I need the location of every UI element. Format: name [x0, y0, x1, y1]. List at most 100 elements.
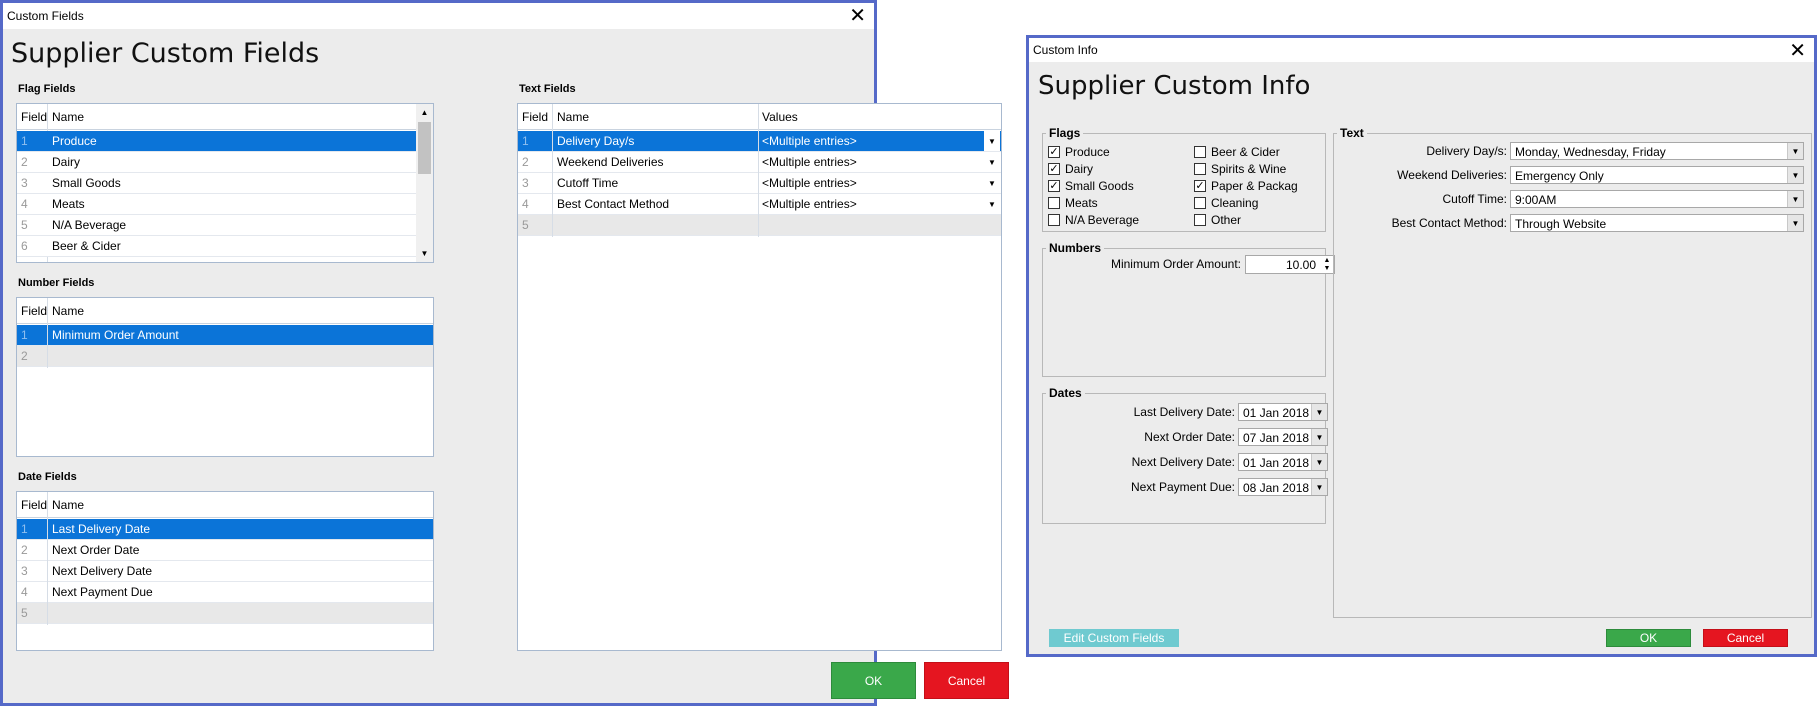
date-value: 01 Jan 2018	[1243, 456, 1310, 470]
last-delivery-date-label: Last Delivery Date:	[1133, 405, 1235, 419]
table-row[interactable]: 1 Minimum Order Amount	[17, 325, 433, 346]
table-row[interactable]: 3 Small Goods	[17, 173, 416, 194]
spinner-arrows-icon[interactable]: ▲ ▼	[1320, 256, 1334, 273]
flag-checkbox[interactable]: N/A Beverage	[1048, 213, 1139, 227]
date-value: 01 Jan 2018	[1243, 406, 1310, 420]
chevron-down-icon[interactable]: ▼	[1787, 215, 1803, 231]
chevron-down-icon[interactable]: ▼	[984, 152, 1000, 172]
chevron-down-icon[interactable]: ▼	[1311, 429, 1327, 445]
flag-checkbox[interactable]: Spirits & Wine	[1194, 162, 1286, 176]
delivery-days-combo[interactable]: Monday, Wednesday, Friday ▼	[1510, 142, 1804, 160]
close-icon[interactable]: ✕	[849, 5, 866, 25]
checkbox-checked-icon[interactable]: ✓	[1048, 163, 1060, 175]
dates-label: Dates	[1049, 386, 1082, 400]
flag-fields-grid[interactable]: Field Name 1 Produce 2 Dairy 3 Small Goo…	[16, 103, 434, 263]
values-cell[interactable]: <Multiple entries>	[758, 131, 857, 151]
chevron-down-icon[interactable]: ▼	[1311, 454, 1327, 470]
checkbox-checked-icon[interactable]: ✓	[1048, 180, 1060, 192]
checkbox-unchecked-icon[interactable]	[1194, 163, 1206, 175]
vertical-scrollbar[interactable]: ▲ ▼	[416, 104, 433, 262]
next-order-date-picker[interactable]: 07 Jan 2018 ▼	[1238, 428, 1328, 446]
chevron-down-icon[interactable]: ▼	[1311, 479, 1327, 495]
edit-custom-fields-button[interactable]: Edit Custom Fields	[1049, 629, 1179, 647]
checkbox-checked-icon[interactable]: ✓	[1048, 146, 1060, 158]
next-delivery-date-picker[interactable]: 01 Jan 2018 ▼	[1238, 453, 1328, 471]
next-payment-due-picker[interactable]: 08 Jan 2018 ▼	[1238, 478, 1328, 496]
name-cell: Last Delivery Date	[52, 522, 151, 536]
checkbox-unchecked-icon[interactable]	[1194, 197, 1206, 209]
checkbox-unchecked-icon[interactable]	[1194, 146, 1206, 158]
table-row[interactable]: 1 Produce	[17, 131, 416, 152]
table-row[interactable]: 3 Cutoff Time <Multiple entries> ▼	[518, 173, 1001, 194]
scroll-down-icon[interactable]: ▼	[416, 245, 433, 262]
next-payment-due-label: Next Payment Due:	[1130, 480, 1235, 494]
values-cell[interactable]: <Multiple entries>	[758, 152, 857, 172]
chevron-down-icon[interactable]: ▼	[984, 173, 1000, 193]
cancel-button[interactable]: Cancel	[1703, 629, 1788, 647]
flag-checkbox[interactable]: ✓ Dairy	[1048, 162, 1093, 176]
col-name-header: Name	[52, 303, 85, 318]
table-row[interactable]: 4 Meats	[17, 194, 416, 215]
checkbox-checked-icon[interactable]: ✓	[1194, 180, 1206, 192]
ok-button[interactable]: OK	[1606, 629, 1691, 647]
weekend-deliveries-combo[interactable]: Emergency Only ▼	[1510, 166, 1804, 184]
table-row[interactable]: 2 Weekend Deliveries <Multiple entries> …	[518, 152, 1001, 173]
field-cell: 2	[21, 349, 28, 363]
next-order-date-label: Next Order Date:	[1144, 430, 1235, 444]
table-row[interactable]: 5	[518, 215, 1001, 236]
values-cell[interactable]: <Multiple entries>	[758, 194, 857, 214]
date-fields-grid[interactable]: Field Name 1 Last Delivery Date 2 Next O…	[16, 491, 434, 651]
table-row[interactable]: 2 Next Order Date	[17, 540, 433, 561]
ok-button[interactable]: OK	[831, 662, 916, 699]
chevron-down-icon[interactable]: ▼	[1787, 191, 1803, 207]
chevron-down-icon[interactable]: ▼	[1787, 143, 1803, 159]
chevron-down-icon[interactable]: ▼	[984, 131, 1000, 151]
flag-checkbox[interactable]: Meats	[1048, 196, 1098, 210]
table-row[interactable]: 3 Next Delivery Date	[17, 561, 433, 582]
chevron-down-icon[interactable]: ▼	[1311, 404, 1327, 420]
best-contact-method-label: Best Contact Method:	[1391, 216, 1507, 230]
table-row[interactable]: 1 Delivery Day/s <Multiple entries> ▼	[518, 131, 1001, 152]
table-row[interactable]: 1 Last Delivery Date	[17, 519, 433, 540]
checkbox-unchecked-icon[interactable]	[1048, 197, 1060, 209]
table-row[interactable]: 6 Beer & Cider	[17, 236, 416, 257]
grid-header: Field Name	[17, 104, 416, 130]
date-fields-label: Date Fields	[18, 471, 77, 483]
date-value: 07 Jan 2018	[1243, 431, 1310, 445]
table-row[interactable]: 4 Best Contact Method <Multiple entries>…	[518, 194, 1001, 215]
scroll-thumb[interactable]	[418, 122, 431, 174]
values-cell[interactable]: <Multiple entries>	[758, 173, 857, 193]
best-contact-method-combo[interactable]: Through Website ▼	[1510, 214, 1804, 232]
number-fields-grid[interactable]: Field Name 1 Minimum Order Amount 2	[16, 297, 434, 457]
flag-checkbox[interactable]: Beer & Cider	[1194, 145, 1280, 159]
flag-checkbox[interactable]: Other	[1194, 213, 1241, 227]
scroll-up-icon[interactable]: ▲	[416, 104, 433, 121]
table-row[interactable]: 5 N/A Beverage	[17, 215, 416, 236]
flag-checkbox[interactable]: ✓ Produce	[1048, 145, 1110, 159]
last-delivery-date-picker[interactable]: 01 Jan 2018 ▼	[1238, 403, 1328, 421]
number-fields-label: Number Fields	[18, 277, 95, 289]
table-row[interactable]: 2	[17, 346, 433, 367]
field-cell: 1	[21, 134, 28, 148]
next-delivery-date-label: Next Delivery Date:	[1131, 455, 1235, 469]
table-row[interactable]: 4 Next Payment Due	[17, 582, 433, 603]
chevron-down-icon[interactable]: ▼	[1787, 167, 1803, 183]
flag-checkbox[interactable]: Cleaning	[1194, 196, 1258, 210]
flag-checkbox[interactable]: ✓ Paper & Packag	[1194, 179, 1298, 193]
field-cell: 4	[522, 197, 529, 211]
text-fields-grid[interactable]: Field Name Values 1 Delivery Day/s <Mult…	[517, 103, 1002, 651]
field-cell: 1	[522, 134, 529, 148]
text-fields-label: Text Fields	[519, 83, 576, 95]
checkbox-unchecked-icon[interactable]	[1194, 214, 1206, 226]
table-row[interactable]: 2 Dairy	[17, 152, 416, 173]
cutoff-time-label: Cutoff Time:	[1442, 192, 1507, 206]
col-field-header: Field	[21, 109, 48, 124]
min-order-amount-input[interactable]: 10.00 ▲ ▼	[1245, 255, 1335, 274]
close-icon[interactable]: ✕	[1789, 40, 1806, 60]
flag-checkbox[interactable]: ✓ Small Goods	[1048, 179, 1134, 193]
checkbox-unchecked-icon[interactable]	[1048, 214, 1060, 226]
chevron-down-icon[interactable]: ▼	[984, 194, 1000, 214]
table-row[interactable]: 5	[17, 603, 433, 624]
cutoff-time-combo[interactable]: 9:00AM ▼	[1510, 190, 1804, 208]
cancel-button[interactable]: Cancel	[924, 662, 1009, 699]
